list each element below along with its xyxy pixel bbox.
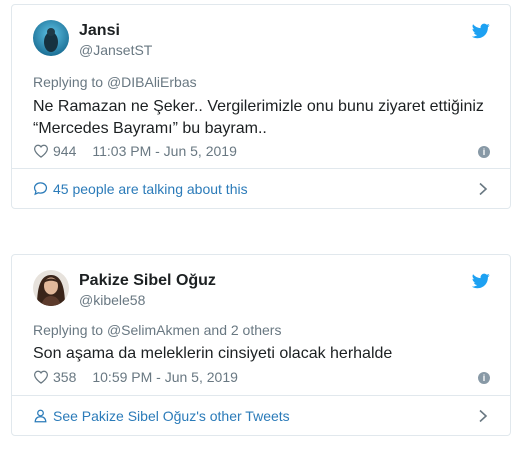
heart-icon[interactable] xyxy=(33,144,49,158)
user-handle[interactable]: @JansetST xyxy=(79,42,152,58)
tweet-text-line: Ne Ramazan ne Şeker.. Vergilerimizle onu… xyxy=(33,98,484,115)
tweet-text: Son aşama da meleklerin cinsiyeti olacak… xyxy=(33,343,490,365)
footer-link[interactable]: 45 people are talking about this xyxy=(53,181,248,197)
replying-to-link[interactable]: @DIBAliErbas xyxy=(107,74,197,90)
replying-to-others[interactable]: and 2 others xyxy=(200,322,282,338)
info-icon[interactable]: i xyxy=(478,372,490,384)
replying-to: Replying to @DIBAliErbas xyxy=(33,74,197,90)
tweet-card[interactable]: Pakize Sibel Oğuz @kibele58 Replying to … xyxy=(11,254,511,436)
twitter-bird-icon[interactable] xyxy=(472,23,490,39)
avatar-image xyxy=(33,270,69,306)
chevron-right-icon[interactable] xyxy=(478,409,488,423)
speech-bubble-icon xyxy=(33,182,48,196)
avatar[interactable] xyxy=(33,20,69,56)
person-icon xyxy=(34,409,47,423)
tweet-meta: 358 10:59 PM - Jun 5, 2019 xyxy=(33,369,238,385)
twitter-bird-icon[interactable] xyxy=(472,273,490,289)
heart-icon[interactable] xyxy=(33,370,49,384)
like-count[interactable]: 358 xyxy=(53,369,76,385)
conversation-footer[interactable]: 45 people are talking about this xyxy=(12,168,510,208)
tweet-text: Ne Ramazan ne Şeker.. Vergilerimizle onu… xyxy=(33,96,490,140)
tweet-text-line: Son aşama da meleklerin cinsiyeti olacak… xyxy=(33,345,393,362)
replying-to: Replying to @SelimAkmen and 2 others xyxy=(33,322,281,338)
display-name[interactable]: Pakize Sibel Oğuz xyxy=(79,272,216,290)
avatar[interactable] xyxy=(33,270,69,306)
profile-footer[interactable]: See Pakize Sibel Oğuz's other Tweets xyxy=(12,395,510,435)
timestamp[interactable]: 11:03 PM - Jun 5, 2019 xyxy=(92,143,237,159)
chevron-right-icon[interactable] xyxy=(478,182,488,196)
tweet-card[interactable]: Jansi @JansetST Replying to @DIBAliErbas… xyxy=(11,4,511,209)
replying-to-label: Replying to xyxy=(33,322,107,338)
display-name[interactable]: Jansi xyxy=(79,22,120,40)
replying-to-link[interactable]: @SelimAkmen xyxy=(107,322,200,338)
tweet-text-line: “Mercedes Bayramı” bu bayram.. xyxy=(33,120,267,137)
timestamp[interactable]: 10:59 PM - Jun 5, 2019 xyxy=(92,369,238,385)
footer-link[interactable]: See Pakize Sibel Oğuz's other Tweets xyxy=(53,408,290,424)
replying-to-label: Replying to xyxy=(33,74,107,90)
user-handle[interactable]: @kibele58 xyxy=(79,292,145,308)
info-icon[interactable]: i xyxy=(478,146,490,158)
tweet-meta: 944 11:03 PM - Jun 5, 2019 xyxy=(33,143,237,159)
avatar-image xyxy=(33,20,69,56)
like-count[interactable]: 944 xyxy=(53,143,76,159)
